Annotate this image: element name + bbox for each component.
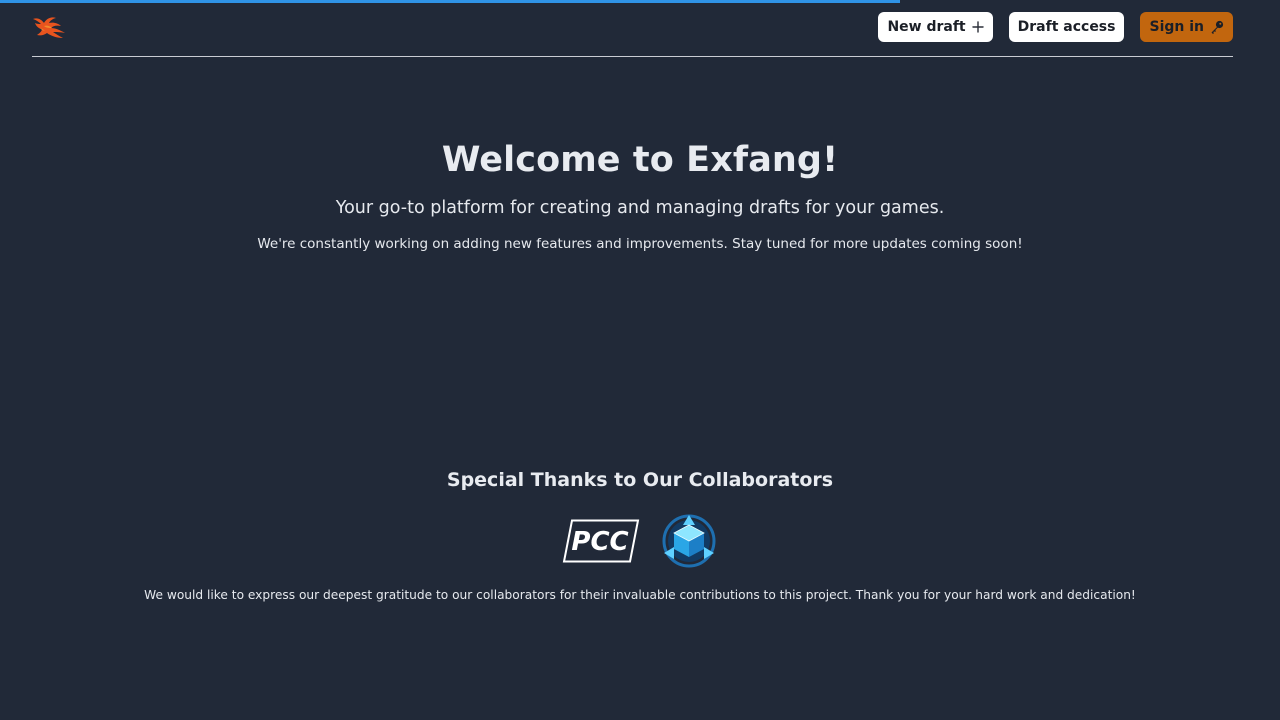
top-navbar: New draft Draft access Sign in xyxy=(32,0,1233,57)
gratitude-text: We would like to express our deepest gra… xyxy=(144,588,1136,602)
updates-note: We're constantly working on adding new f… xyxy=(257,236,1023,252)
draft-access-label: Draft access xyxy=(1017,19,1116,35)
new-draft-label: New draft xyxy=(887,19,966,35)
welcome-section: Welcome to Exfang! Your go-to platform f… xyxy=(0,138,1280,253)
collaborator-logos: PCC xyxy=(0,513,1280,569)
pcc-logo[interactable]: PCC xyxy=(562,519,640,563)
pcc-logo-text: PCC xyxy=(571,527,628,557)
new-draft-button[interactable]: New draft xyxy=(878,12,993,42)
draft-access-button[interactable]: Draft access xyxy=(1008,12,1125,42)
collaborators-heading: Special Thanks to Our Collaborators xyxy=(446,469,834,491)
page-title: Welcome to Exfang! xyxy=(441,140,839,180)
sign-in-button[interactable]: Sign in xyxy=(1140,12,1233,42)
blue-cube-logo[interactable] xyxy=(660,513,718,569)
phoenix-logo-icon[interactable] xyxy=(32,13,68,41)
header-actions: New draft Draft access Sign in xyxy=(878,12,1233,42)
key-icon xyxy=(1211,20,1224,34)
plus-icon xyxy=(971,21,984,33)
page-subtitle: Your go-to platform for creating and man… xyxy=(335,198,945,218)
sign-in-label: Sign in xyxy=(1149,19,1204,35)
collaborators-section: Special Thanks to Our Collaborators PCC … xyxy=(0,467,1280,603)
